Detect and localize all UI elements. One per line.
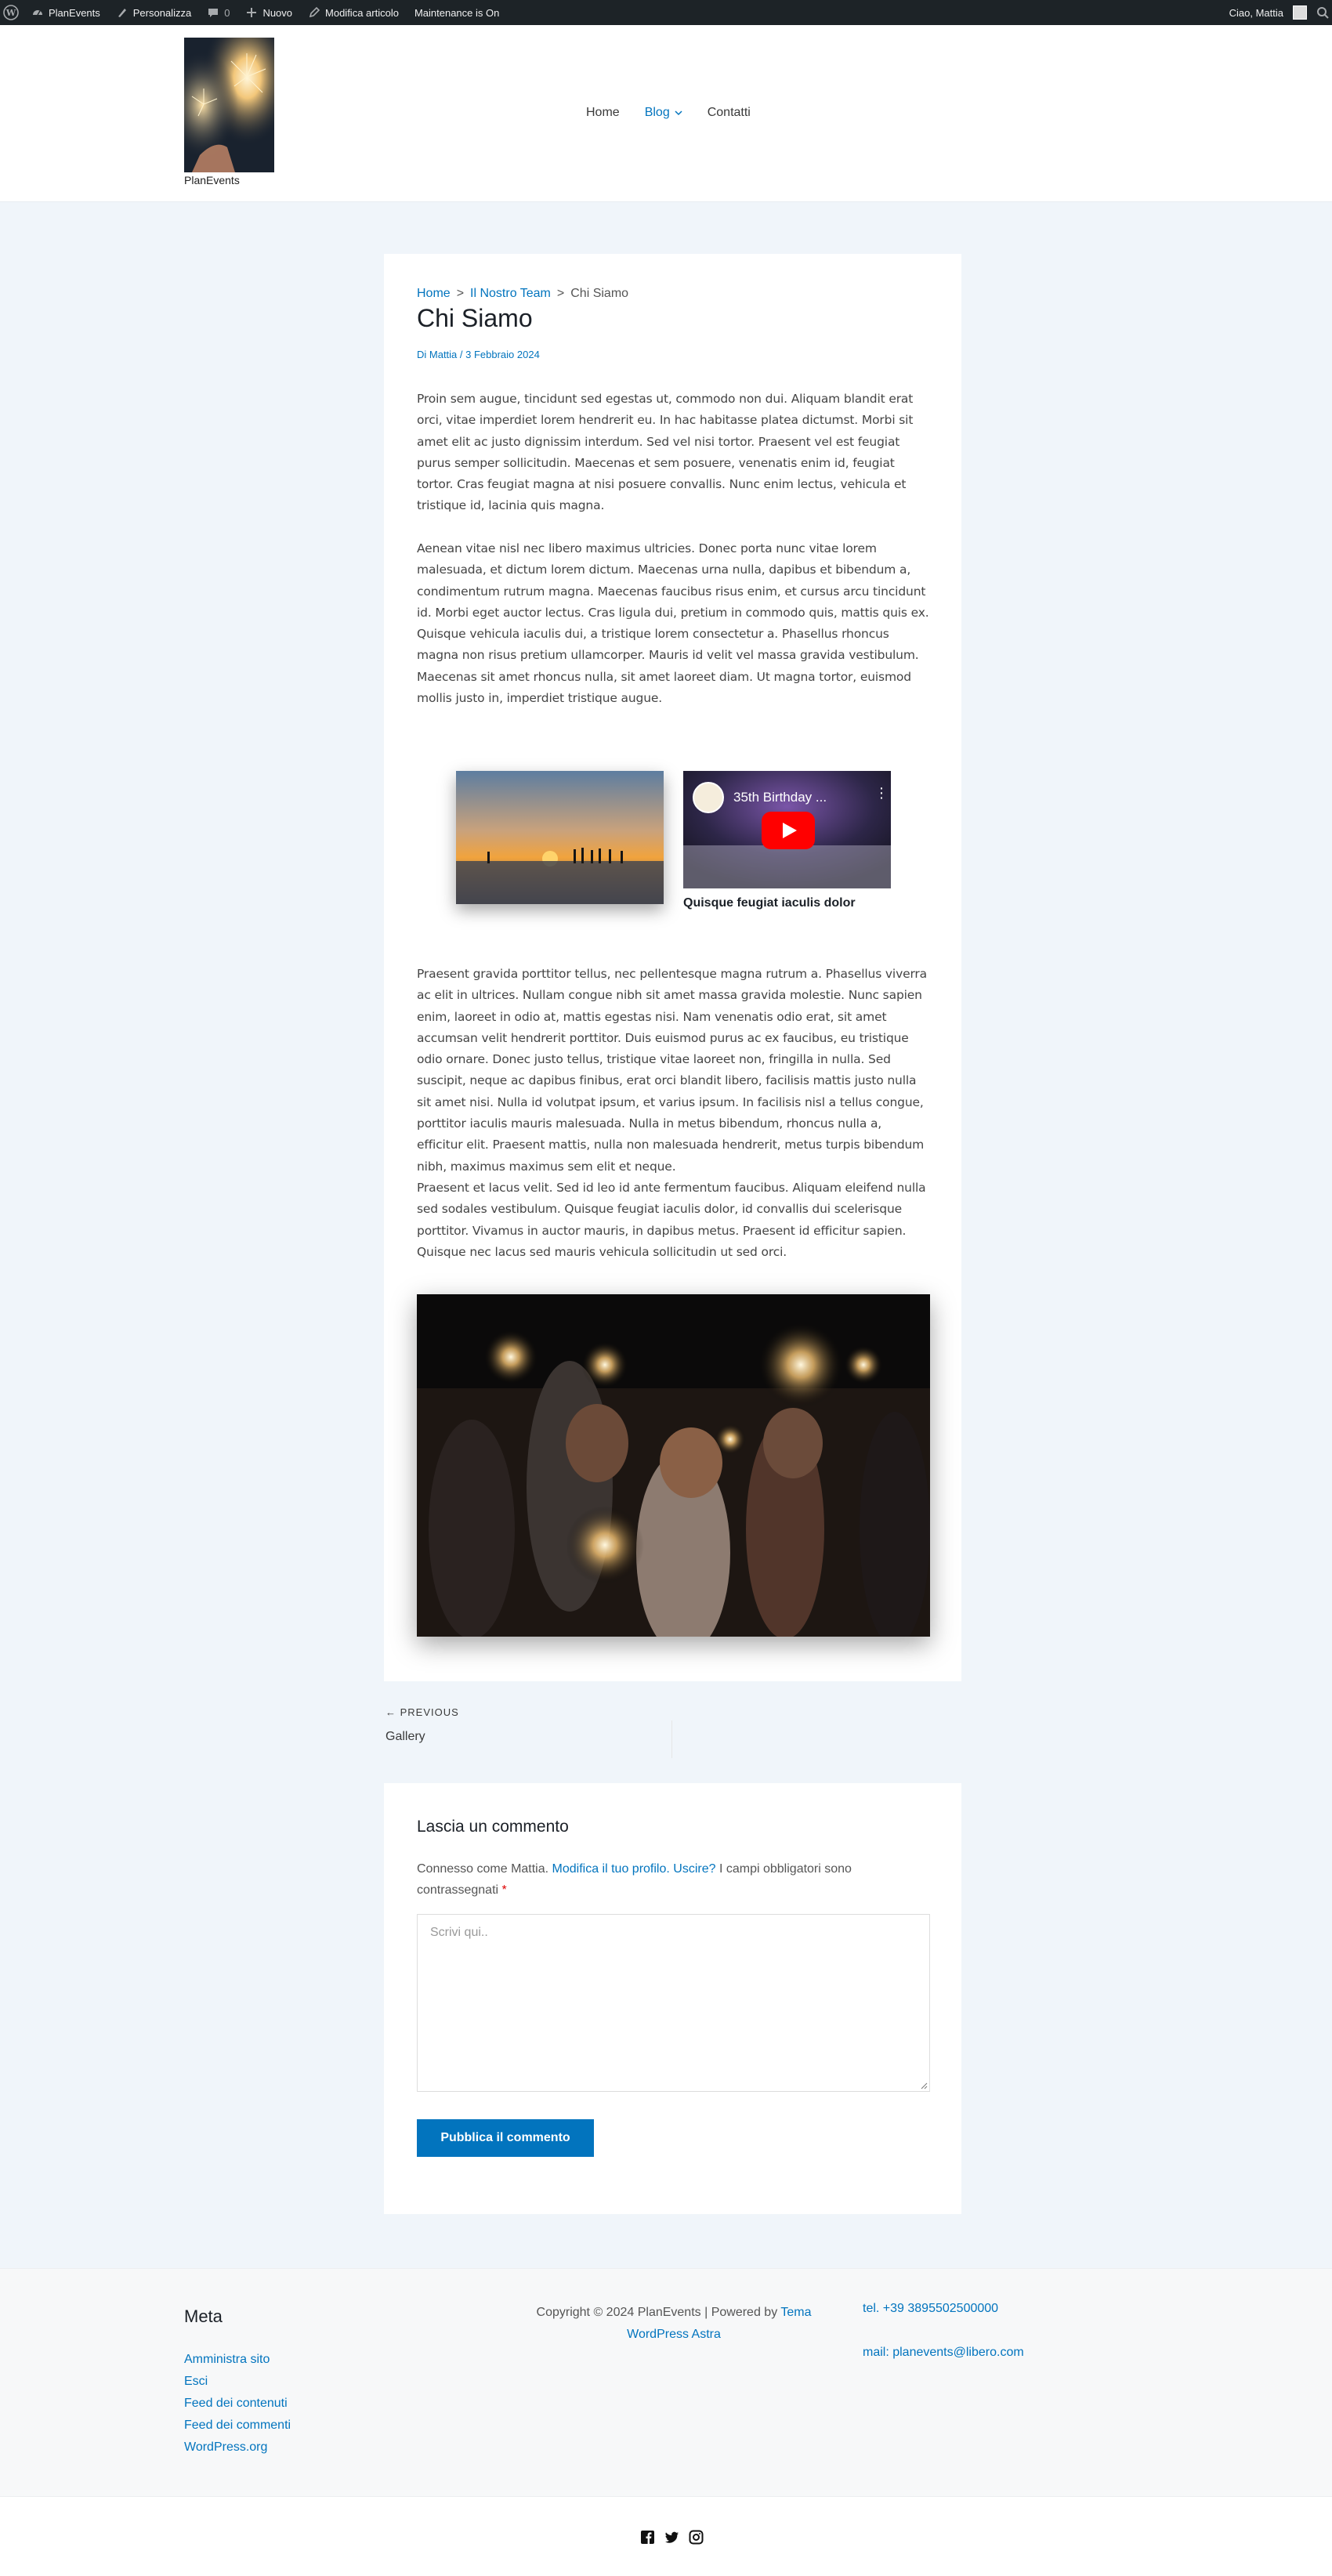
comment-form-title: Lascia un commento [417,1818,569,1836]
video-caption: Quisque feugiat iaculis dolor [683,896,856,910]
resize-handle-icon[interactable] [920,2082,928,2089]
play-icon[interactable] [762,812,815,849]
comments-button[interactable]: 0 [199,0,237,25]
footer-email[interactable]: mail: planevents@libero.com [863,2346,1024,2360]
breadcrumb-home[interactable]: Home [417,287,451,301]
edit-post-label: Modifica articolo [325,6,399,19]
footer-link[interactable]: Esci [184,2371,291,2393]
required-mark: * [501,1883,507,1897]
divider [671,1720,672,1758]
post-paragraph: Proin sem augue, tincidunt sed egestas u… [417,392,914,513]
footer-bottom-bar [0,2496,1332,2576]
site-logo-image[interactable] [184,38,274,172]
breadcrumb-team[interactable]: Il Nostro Team [470,287,551,301]
post-navigation: ← PREVIOUS Gallery [384,1706,961,1758]
user-account-menu[interactable]: Ciao, Mattia [1222,0,1310,25]
facebook-icon[interactable] [640,2530,655,2545]
customize-button[interactable]: Personalizza [108,0,199,25]
breadcrumb-current: Chi Siamo [570,287,629,300]
nav-home-label: Home [586,106,620,119]
footer-link[interactable]: Amministra sito [184,2349,291,2371]
channel-avatar[interactable] [693,782,724,813]
social-icons [640,2530,704,2545]
new-label: Nuovo [262,6,293,19]
admin-bar: W PlanEvents Personalizza 0 Nuovo Modifi… [0,0,1332,25]
nav-item-contatti[interactable]: Contatti [708,106,751,120]
search-icon[interactable] [1316,6,1329,19]
submit-comment-button[interactable]: Pubblica il commento [417,2119,594,2157]
post-paragraph: Praesent et lacus velit. Sed id leo id a… [417,1181,926,1259]
instagram-icon[interactable] [689,2530,704,2545]
site-name-label: PlanEvents [49,6,100,19]
site-footer: Meta Amministra sito Esci Feed dei conte… [0,2268,1332,2496]
previous-post-title[interactable]: Gallery [385,1730,425,1744]
previous-post-kicker[interactable]: ← PREVIOUS [385,1706,459,1718]
breadcrumb: Home > Il Nostro Team > Chi Siamo [417,287,628,301]
copyright-text: Copyright © 2024 PlanEvents | Powered by [536,2306,778,2319]
avatar [1293,5,1307,20]
nav-blog-label: Blog [644,106,670,119]
wordpress-icon: W [3,5,19,20]
site-header: PlanEvents Home Blog Contatti [0,25,1332,202]
article-card: Home > Il Nostro Team > Chi Siamo Chi Si… [384,254,961,1681]
plus-icon [245,6,258,19]
maintenance-label: Maintenance is On [414,6,500,19]
user-greeting: Ciao, Mattia [1229,6,1283,19]
footer-link[interactable]: Feed dei contenuti [184,2393,291,2415]
edit-profile-link[interactable]: Modifica il tuo profilo. [552,1862,670,1876]
logged-in-notice: Connesso come Mattia. Modifica il tuo pr… [417,1858,887,1901]
nav-item-home[interactable]: Home [586,106,620,120]
comment-placeholder: Scrivi qui.. [430,1926,488,1939]
nav-item-blog[interactable]: Blog [645,106,682,120]
video-title[interactable]: 35th Birthday ... [733,790,827,805]
logged-in-text: Connesso come Mattia. [417,1862,549,1876]
footer-link[interactable]: Feed dei commenti [184,2415,291,2437]
edit-post-button[interactable]: Modifica articolo [300,0,407,25]
party-sparklers-image[interactable] [417,1294,930,1637]
chevron-down-icon [675,110,682,116]
sunset-beach-image[interactable] [456,771,664,904]
comment-form-card: Lascia un commento Connesso come Mattia.… [384,1783,961,2214]
brush-icon [116,6,128,19]
svg-text:W: W [5,8,16,18]
footer-meta-links: Amministra sito Esci Feed dei contenuti … [184,2349,291,2458]
comment-textarea[interactable]: Scrivi qui.. [417,1914,930,2092]
primary-nav: Home Blog Contatti [586,106,751,120]
logout-link[interactable]: Uscire? [673,1862,715,1876]
breadcrumb-separator: > [556,287,565,300]
footer-link[interactable]: WordPress.org [184,2437,291,2458]
twitter-icon[interactable] [664,2530,679,2545]
post-meta[interactable]: Di Mattia / 3 Febbraio 2024 [417,349,540,360]
post-paragraph: Praesent gravida porttitor tellus, nec p… [417,967,928,1174]
post-paragraph: Aenean vitae nisl nec libero maximus ult… [417,541,929,706]
footer-phone[interactable]: tel. +39 3895502500000 [863,2302,998,2316]
site-title[interactable]: PlanEvents [184,174,240,186]
footer-meta-title: Meta [184,2306,223,2326]
youtube-video-embed[interactable]: 35th Birthday ... ⋮ [683,771,891,888]
site-name-menu[interactable]: PlanEvents [24,0,108,25]
wordpress-logo-button[interactable]: W [0,0,24,25]
nav-contatti-label: Contatti [707,106,751,119]
maintenance-status[interactable]: Maintenance is On [407,0,507,25]
dashboard-icon [31,6,44,19]
comments-count: 0 [224,6,230,19]
page-title: Chi Siamo [417,304,533,332]
copyright: Copyright © 2024 PlanEvents | Powered by… [521,2302,827,2346]
new-content-button[interactable]: Nuovo [237,0,300,25]
pencil-icon [308,6,320,19]
comment-bubble-icon [207,6,219,19]
customize-label: Personalizza [132,6,192,19]
breadcrumb-separator: > [456,287,465,300]
more-options-icon[interactable]: ⋮ [874,786,889,800]
